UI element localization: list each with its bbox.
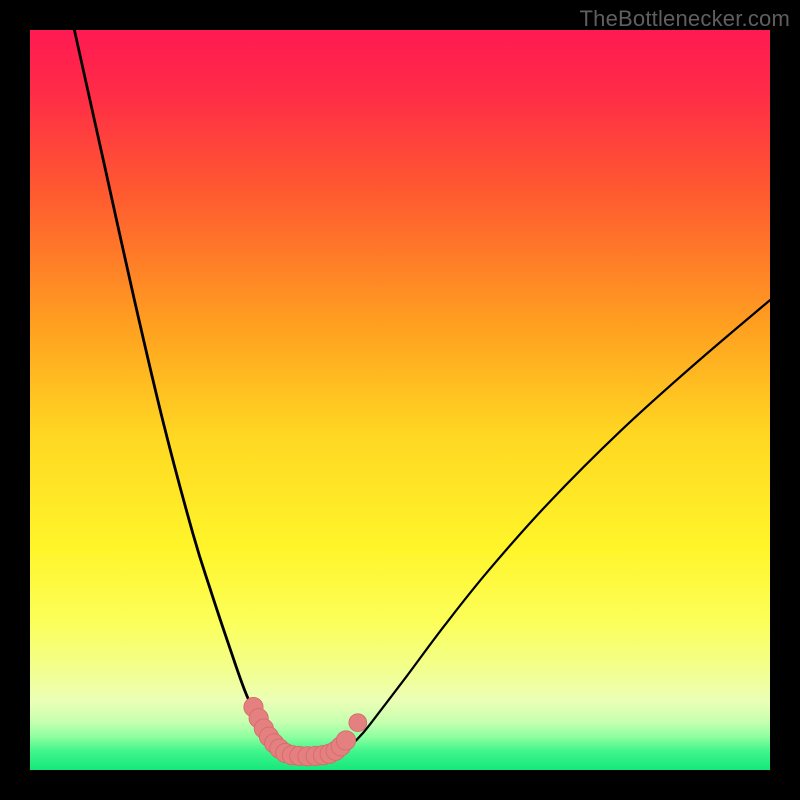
curve-left-curve <box>74 30 287 754</box>
markers-group <box>244 697 367 765</box>
curve-right-curve <box>335 300 770 754</box>
series-group <box>74 30 770 756</box>
valley-marker <box>349 714 367 732</box>
chart-svg <box>30 30 770 770</box>
chart-frame: TheBottlenecker.com <box>0 0 800 800</box>
valley-marker <box>336 731 355 750</box>
watermark-text: TheBottlenecker.com <box>580 6 790 32</box>
